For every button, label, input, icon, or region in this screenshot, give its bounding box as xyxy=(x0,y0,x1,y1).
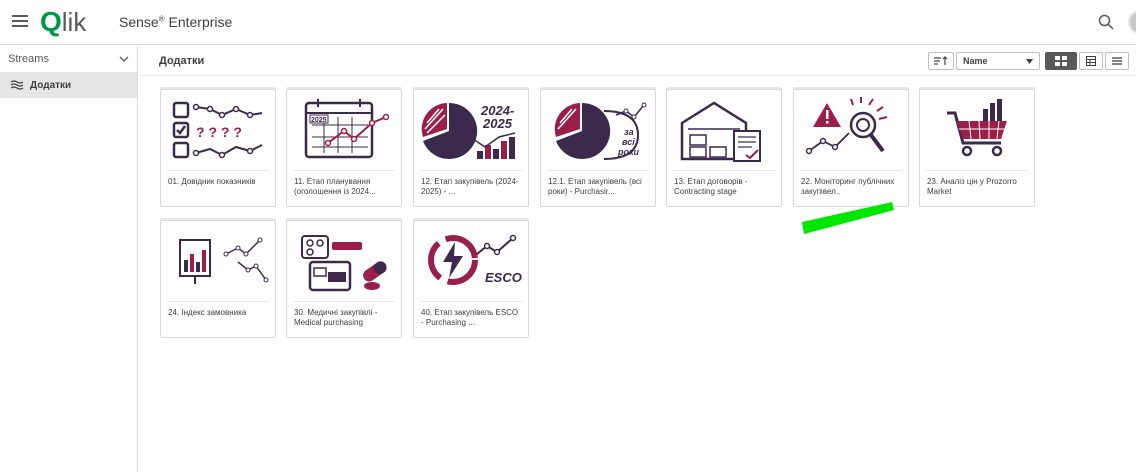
sidebar: Streams Додатки xyxy=(0,46,138,472)
warehouse-contract-icon xyxy=(680,101,761,162)
product-name: Sense xyxy=(119,14,159,30)
card-divider xyxy=(293,170,395,171)
app-card-label: 30. Медичні закупівлі - Medical purchasi… xyxy=(294,308,378,327)
sort-select-value: Name xyxy=(963,56,988,66)
app-card-label: 11. Етап планування (оголошення із 2024.… xyxy=(294,177,376,196)
card-divider xyxy=(673,170,775,171)
esco-energy-icon: ESCO xyxy=(428,234,522,285)
shopping-cart-icon xyxy=(947,99,1007,157)
questions-text: ? ? ? ? xyxy=(196,124,242,140)
app-card-label: 01. Довідник показників xyxy=(168,177,256,186)
card-divider xyxy=(420,301,522,302)
app-card-label: 24. Індекс замовника xyxy=(168,308,247,317)
card-divider xyxy=(420,170,522,171)
medical-pills-icon xyxy=(301,235,387,292)
page-title: Додатки xyxy=(159,54,205,67)
customer-index-chart-icon xyxy=(179,237,269,284)
list-view-icon xyxy=(1112,57,1122,65)
checklist-questions-icon: ? ? ? ? xyxy=(172,101,263,159)
streams-header[interactable]: Streams xyxy=(0,46,137,72)
app-card[interactable]: 2025 11. Етап планування (оголошення із … xyxy=(286,89,402,207)
app-thumbnail xyxy=(667,90,781,170)
esco-text: ESCO xyxy=(485,270,522,285)
avatar[interactable] xyxy=(1128,10,1136,34)
card-divider xyxy=(926,170,1028,171)
top-bar: Qlik Sense® Enterprise xyxy=(0,0,1136,45)
app-card[interactable]: ESCO 40. Етап закупівель ESCO - Purchasi… xyxy=(413,220,529,338)
app-card-label: 13. Етап договорів - Contracting stage xyxy=(674,177,748,196)
app-thumbnail: ESCO xyxy=(414,221,528,301)
pie-chart-2024-2025-icon: 2024- 2025 xyxy=(421,102,516,159)
grid-view-icon xyxy=(1055,56,1067,66)
app-thumbnail: 2025 xyxy=(287,90,401,170)
app-card[interactable]: 30. Медичні закупівлі - Medical purchasi… xyxy=(286,220,402,338)
app-card[interactable]: ? ? ? ? 01. Довідник показників xyxy=(160,89,276,207)
app-thumbnail: за всі роки xyxy=(541,90,655,170)
sort-order-button[interactable] xyxy=(928,52,954,70)
app-card-label: 12.1. Етап закупівель (всі роки) - Purch… xyxy=(548,177,642,196)
app-thumbnail: ? ? ? ? xyxy=(161,90,275,170)
calendar-2025-icon: 2025 xyxy=(304,99,390,159)
logo-q: Q xyxy=(40,6,62,37)
list-view-button[interactable] xyxy=(1105,52,1129,70)
monitoring-magnifier-icon xyxy=(805,97,888,155)
table-view-icon xyxy=(1086,56,1096,66)
app-thumbnail xyxy=(161,221,275,301)
all-years-text-1: за xyxy=(624,127,634,137)
logo-text: lik xyxy=(61,6,87,37)
search-icon[interactable] xyxy=(1097,13,1115,31)
calendar-year-text: 2025 xyxy=(311,117,327,124)
stream-icon xyxy=(10,80,24,90)
app-card[interactable]: 13. Етап договорів - Contracting stage xyxy=(666,89,782,207)
sidebar-item-dodatky[interactable]: Додатки xyxy=(0,72,137,98)
table-view-button[interactable] xyxy=(1079,52,1103,70)
all-years-text-3: роки xyxy=(617,147,640,157)
app-card[interactable]: 24. Індекс замовника xyxy=(160,220,276,338)
dropdown-arrow-icon xyxy=(1026,58,1033,64)
app-card[interactable]: за всі роки 12.1. Етап закупівель (всі р… xyxy=(540,89,656,207)
sort-icon xyxy=(934,56,948,65)
app-card-label: 22. Моніторинг публічних закупівел.. xyxy=(801,177,895,196)
app-card-label: 12. Етап закупівель (2024-2025) - ... xyxy=(421,177,519,196)
years-text-2: 2025 xyxy=(482,116,513,131)
app-thumbnail xyxy=(287,221,401,301)
card-divider xyxy=(547,170,649,171)
qlik-logo[interactable]: Qlik xyxy=(40,6,86,38)
app-card[interactable]: 2024- 2025 12. Етап закупівель (2024-202… xyxy=(413,89,529,207)
card-divider xyxy=(800,170,902,171)
sidebar-item-label: Додатки xyxy=(30,79,72,91)
app-card-label: 40. Етап закупівель ESCO - Purchasing ..… xyxy=(421,308,519,327)
product-suffix: Enterprise xyxy=(164,14,233,30)
app-card-label: 23. Аналіз цін у Prozorro Market xyxy=(927,177,1017,196)
hamburger-menu-icon[interactable] xyxy=(12,12,28,32)
sort-select[interactable]: Name xyxy=(956,52,1040,70)
product-title: Sense® Enterprise xyxy=(119,14,232,30)
app-card[interactable]: 23. Аналіз цін у Prozorro Market xyxy=(919,89,1035,207)
all-years-text-2: всі xyxy=(622,137,635,147)
card-divider xyxy=(293,301,395,302)
green-highlight-mark xyxy=(802,202,894,234)
pie-chart-all-years-icon: за всі роки xyxy=(554,102,647,160)
app-card[interactable]: 22. Моніторинг публічних закупівел.. xyxy=(793,89,909,207)
app-thumbnail: 2024- 2025 xyxy=(414,90,528,170)
chevron-down-icon[interactable] xyxy=(119,55,129,63)
app-thumbnail xyxy=(920,90,1034,170)
card-divider xyxy=(167,301,269,302)
streams-label: Streams xyxy=(8,53,49,65)
card-divider xyxy=(167,170,269,171)
app-thumbnail xyxy=(794,90,908,170)
grid-view-button[interactable] xyxy=(1045,52,1077,70)
